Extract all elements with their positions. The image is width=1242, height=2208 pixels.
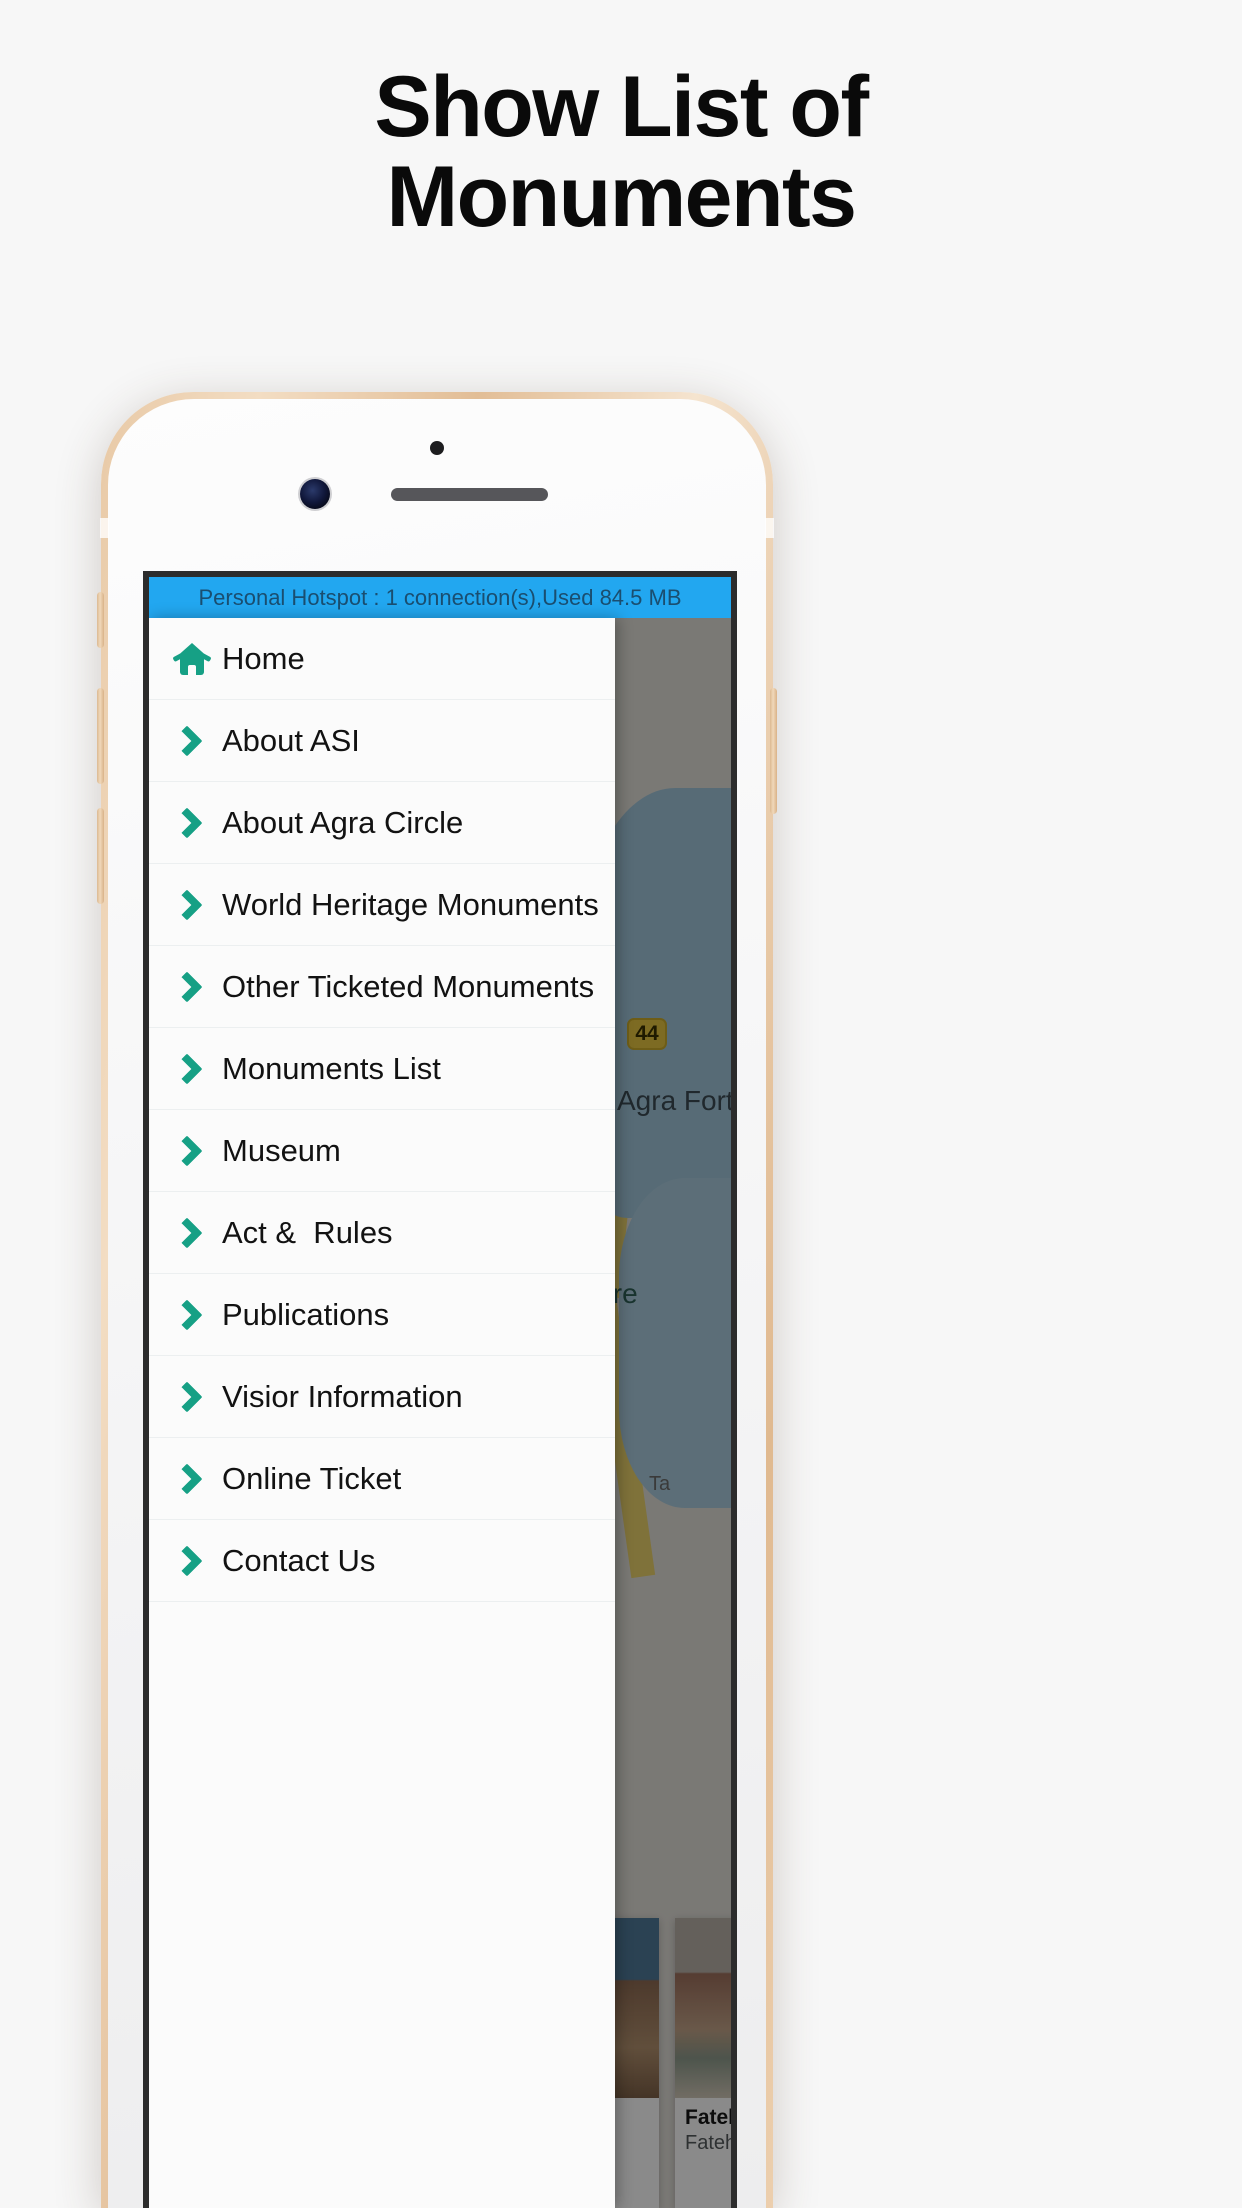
hotspot-status-text: Personal Hotspot : 1 connection(s),Used …: [198, 584, 682, 610]
sidebar-item-publications[interactable]: Publications: [149, 1274, 615, 1356]
power-button[interactable]: [770, 688, 777, 814]
sidebar-item-visior-information[interactable]: Visior Information: [149, 1356, 615, 1438]
sidebar-item-contact-us[interactable]: Contact Us: [149, 1520, 615, 1602]
sidebar-item-label: About ASI: [222, 722, 360, 758]
sidebar-item-label: World Heritage Monuments: [222, 886, 599, 922]
sidebar-item-label: Museum: [222, 1132, 341, 1168]
chevron-right-icon: [171, 724, 216, 757]
chevron-right-icon: [171, 806, 216, 839]
front-camera-icon: [300, 479, 330, 509]
page-title: Show List of Monuments: [0, 0, 1242, 243]
status-bar: Personal Hotspot : 1 connection(s),Used …: [149, 577, 731, 618]
chevron-right-icon: [171, 1298, 216, 1331]
sidebar-item-label: Other Ticketed Monuments: [222, 968, 595, 1004]
page-title-line-1: Show List of: [374, 59, 869, 155]
sidebar-item-act-and-rules[interactable]: Act & Rules: [149, 1192, 615, 1274]
chevron-right-icon: [171, 1134, 216, 1167]
chevron-right-icon: [171, 1216, 216, 1249]
chevron-right-icon: [171, 888, 216, 921]
phone-mockup: Personal Hotspot : 1 connection(s),Used …: [97, 392, 777, 2208]
sidebar-item-world-heritage-monuments[interactable]: World Heritage Monuments: [149, 864, 615, 946]
chevron-right-icon: [171, 1380, 216, 1413]
chevron-right-icon: [171, 1462, 216, 1495]
drawer-empty-space: [149, 1602, 615, 2208]
sidebar-item-museum[interactable]: Museum: [149, 1110, 615, 1192]
proximity-sensor-icon: [430, 441, 444, 455]
sidebar-item-label: Online Ticket: [222, 1460, 402, 1496]
volume-up-button[interactable]: [97, 688, 104, 784]
antenna-band-left: [100, 518, 109, 538]
phone-screen: Personal Hotspot : 1 connection(s),Used …: [149, 577, 731, 2208]
sidebar-item-monuments-list[interactable]: Monuments List: [149, 1028, 615, 1110]
sidebar-item-label: Publications: [222, 1296, 390, 1332]
sidebar-item-label: Act & Rules: [222, 1214, 393, 1250]
sidebar-item-label: Visior Information: [222, 1378, 463, 1414]
sidebar-item-other-ticketed-monuments[interactable]: Other Ticketed Monuments: [149, 946, 615, 1028]
sidebar-item-about-agra-circle[interactable]: About Agra Circle: [149, 782, 615, 864]
chevron-right-icon: [171, 1052, 216, 1085]
chevron-right-icon: [171, 1544, 216, 1577]
antenna-band-right: [765, 518, 774, 538]
sidebar-item-label: Home: [222, 640, 305, 676]
navigation-drawer: Home About ASI About Agra Circle World H…: [149, 618, 615, 2208]
chevron-right-icon: [171, 970, 216, 1003]
page-title-line-2: Monuments: [386, 149, 857, 246]
home-icon: [172, 642, 216, 675]
sidebar-item-about-asi[interactable]: About ASI: [149, 700, 615, 782]
screen-bezel: Personal Hotspot : 1 connection(s),Used …: [143, 571, 737, 2208]
sidebar-item-online-ticket[interactable]: Online Ticket: [149, 1438, 615, 1520]
sidebar-item-label: Monuments List: [222, 1050, 441, 1086]
sidebar-item-label: Contact Us: [222, 1542, 376, 1578]
sidebar-item-label: About Agra Circle: [222, 804, 464, 840]
volume-down-button[interactable]: [97, 808, 104, 904]
mute-switch[interactable]: [97, 592, 104, 648]
sidebar-item-home[interactable]: Home: [149, 618, 615, 700]
earpiece-speaker-icon: [391, 488, 548, 501]
